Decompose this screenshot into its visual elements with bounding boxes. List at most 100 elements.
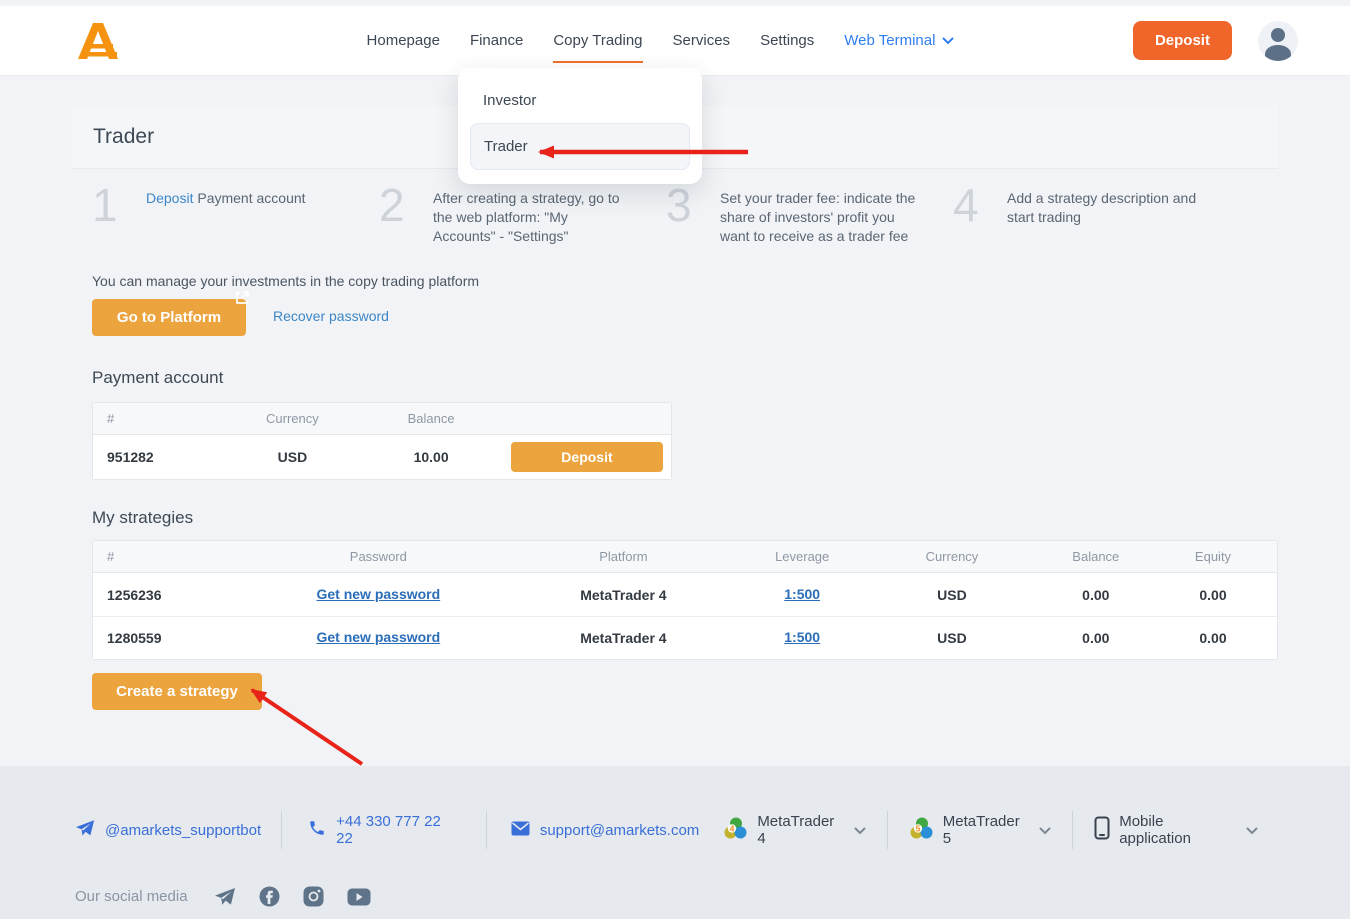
- nav-settings[interactable]: Settings: [760, 18, 814, 63]
- strategy-currency: USD: [861, 587, 1042, 603]
- support-bot-link[interactable]: @amarkets_supportbot: [75, 819, 281, 841]
- nav-finance[interactable]: Finance: [470, 18, 523, 63]
- chevron-down-icon: [942, 32, 954, 49]
- phone-link[interactable]: +44 330 777 22 22: [282, 813, 486, 847]
- go-to-platform-button[interactable]: Go to Platform: [92, 299, 246, 336]
- dropdown-item-investor[interactable]: Investor: [470, 78, 690, 123]
- phone-icon: [308, 819, 326, 841]
- footer: @amarkets_supportbot +44 330 777 22 22 s…: [0, 766, 1350, 919]
- get-new-password-link[interactable]: Get new password: [316, 629, 440, 645]
- metatrader4-dropdown[interactable]: 4 MetaTrader 4: [723, 813, 886, 847]
- step-number: 3: [666, 183, 708, 246]
- chevron-down-icon: [1039, 822, 1051, 839]
- facebook-icon[interactable]: [259, 886, 280, 907]
- mobile-app-icon: [1094, 816, 1110, 844]
- dropdown-item-trader[interactable]: Trader: [470, 123, 690, 170]
- column-header-balance: Balance: [1043, 549, 1150, 564]
- payment-account-title: Payment account: [92, 368, 223, 388]
- external-link-icon: [234, 290, 250, 310]
- social-media-label: Our social media: [75, 888, 188, 905]
- table-header-row: # Currency Balance: [93, 403, 671, 435]
- get-new-password-link[interactable]: Get new password: [316, 586, 440, 602]
- metatrader4-icon: 4: [723, 816, 748, 845]
- svg-text:5: 5: [915, 823, 920, 833]
- social-icons: [214, 886, 371, 907]
- metatrader5-dropdown[interactable]: 5 MetaTrader 5: [888, 813, 1072, 847]
- create-strategy-button[interactable]: Create a strategy: [92, 673, 262, 710]
- payment-account-table: # Currency Balance 951282 USD 10.00 Depo…: [92, 402, 672, 480]
- mobile-application-dropdown[interactable]: Mobile application: [1073, 813, 1258, 847]
- avatar-person-icon: [1271, 28, 1285, 42]
- column-header-equity: Equity: [1149, 549, 1277, 564]
- telegram-social-icon[interactable]: [214, 887, 236, 906]
- my-strategies-title: My strategies: [92, 508, 193, 528]
- metatrader5-icon: 5: [909, 816, 934, 845]
- step-number: 1: [92, 183, 134, 246]
- account-balance: 10.00: [353, 449, 509, 465]
- onboarding-steps: 1 Deposit Payment account 2 After creati…: [92, 183, 1240, 246]
- nav-homepage[interactable]: Homepage: [367, 18, 440, 63]
- column-header-platform: Platform: [504, 549, 743, 564]
- avatar[interactable]: [1258, 21, 1298, 61]
- web-terminal-link[interactable]: Web Terminal: [844, 32, 954, 49]
- step-text: Add a strategy description and start tra…: [995, 183, 1207, 246]
- strategy-platform: MetaTrader 4: [504, 587, 743, 603]
- leverage-link[interactable]: 1:500: [784, 629, 820, 645]
- support-email-link[interactable]: support@amarkets.com: [487, 821, 723, 840]
- column-header-balance: Balance: [353, 411, 509, 426]
- amarkets-logo-icon[interactable]: [76, 20, 128, 62]
- strategy-number: 1256236: [93, 587, 253, 603]
- step-number: 4: [953, 183, 995, 246]
- mail-icon: [511, 821, 530, 840]
- step-4: 4 Add a strategy description and start t…: [953, 183, 1240, 246]
- row-deposit-button[interactable]: Deposit: [511, 442, 663, 472]
- column-header-currency: Currency: [232, 411, 353, 426]
- youtube-icon[interactable]: [347, 888, 371, 906]
- chevron-down-icon: [854, 822, 866, 839]
- column-header-currency: Currency: [861, 549, 1042, 564]
- top-header: Homepage Finance Copy Trading Services S…: [0, 6, 1350, 76]
- column-header-number: #: [93, 549, 253, 564]
- account-currency: USD: [232, 449, 353, 465]
- step-text: Payment account: [193, 190, 305, 206]
- telegram-icon: [75, 819, 95, 841]
- strategy-equity: 0.00: [1149, 630, 1277, 646]
- strategy-platform: MetaTrader 4: [504, 630, 743, 646]
- payment-account-row: 951282 USD 10.00 Deposit: [93, 435, 671, 479]
- page-title: Trader: [93, 125, 154, 149]
- strategy-currency: USD: [861, 630, 1042, 646]
- deposit-button[interactable]: Deposit: [1133, 21, 1232, 60]
- strategy-number: 1280559: [93, 630, 253, 646]
- column-header-leverage: Leverage: [743, 549, 861, 564]
- strategy-balance: 0.00: [1043, 630, 1150, 646]
- recover-password-link[interactable]: Recover password: [273, 308, 389, 324]
- strategy-balance: 0.00: [1043, 587, 1150, 603]
- step-1: 1 Deposit Payment account: [92, 183, 379, 246]
- footer-downloads: 4 MetaTrader 4 5: [723, 811, 1258, 849]
- column-header-password: Password: [253, 549, 504, 564]
- nav-services[interactable]: Services: [673, 18, 731, 63]
- instagram-icon[interactable]: [303, 886, 324, 907]
- account-number: 951282: [93, 449, 232, 465]
- step-text: After creating a strategy, go to the web…: [421, 183, 633, 246]
- svg-text:4: 4: [730, 823, 735, 833]
- copy-trading-dropdown: Investor Trader: [458, 68, 702, 184]
- strategy-equity: 0.00: [1149, 587, 1277, 603]
- web-terminal-label: Web Terminal: [844, 32, 935, 49]
- strategies-table: # Password Platform Leverage Currency Ba…: [92, 540, 1278, 660]
- chevron-down-icon: [1246, 822, 1258, 839]
- nav-copy-trading[interactable]: Copy Trading: [553, 18, 642, 63]
- column-header-number: #: [93, 411, 232, 426]
- table-header-row: # Password Platform Leverage Currency Ba…: [93, 541, 1277, 573]
- step-number: 2: [379, 183, 421, 246]
- strategy-row: 1280559 Get new password MetaTrader 4 1:…: [93, 616, 1277, 659]
- header-right-group: Deposit: [1133, 21, 1298, 61]
- manage-investments-text: You can manage your investments in the c…: [92, 273, 479, 289]
- strategy-row: 1256236 Get new password MetaTrader 4 1:…: [93, 573, 1277, 616]
- step-text: Set your trader fee: indicate the share …: [708, 183, 920, 246]
- main-nav: Homepage Finance Copy Trading Services S…: [307, 18, 955, 63]
- leverage-link[interactable]: 1:500: [784, 586, 820, 602]
- step-deposit-link[interactable]: Deposit: [146, 190, 193, 206]
- step-2: 2 After creating a strategy, go to the w…: [379, 183, 666, 246]
- step-3: 3 Set your trader fee: indicate the shar…: [666, 183, 953, 246]
